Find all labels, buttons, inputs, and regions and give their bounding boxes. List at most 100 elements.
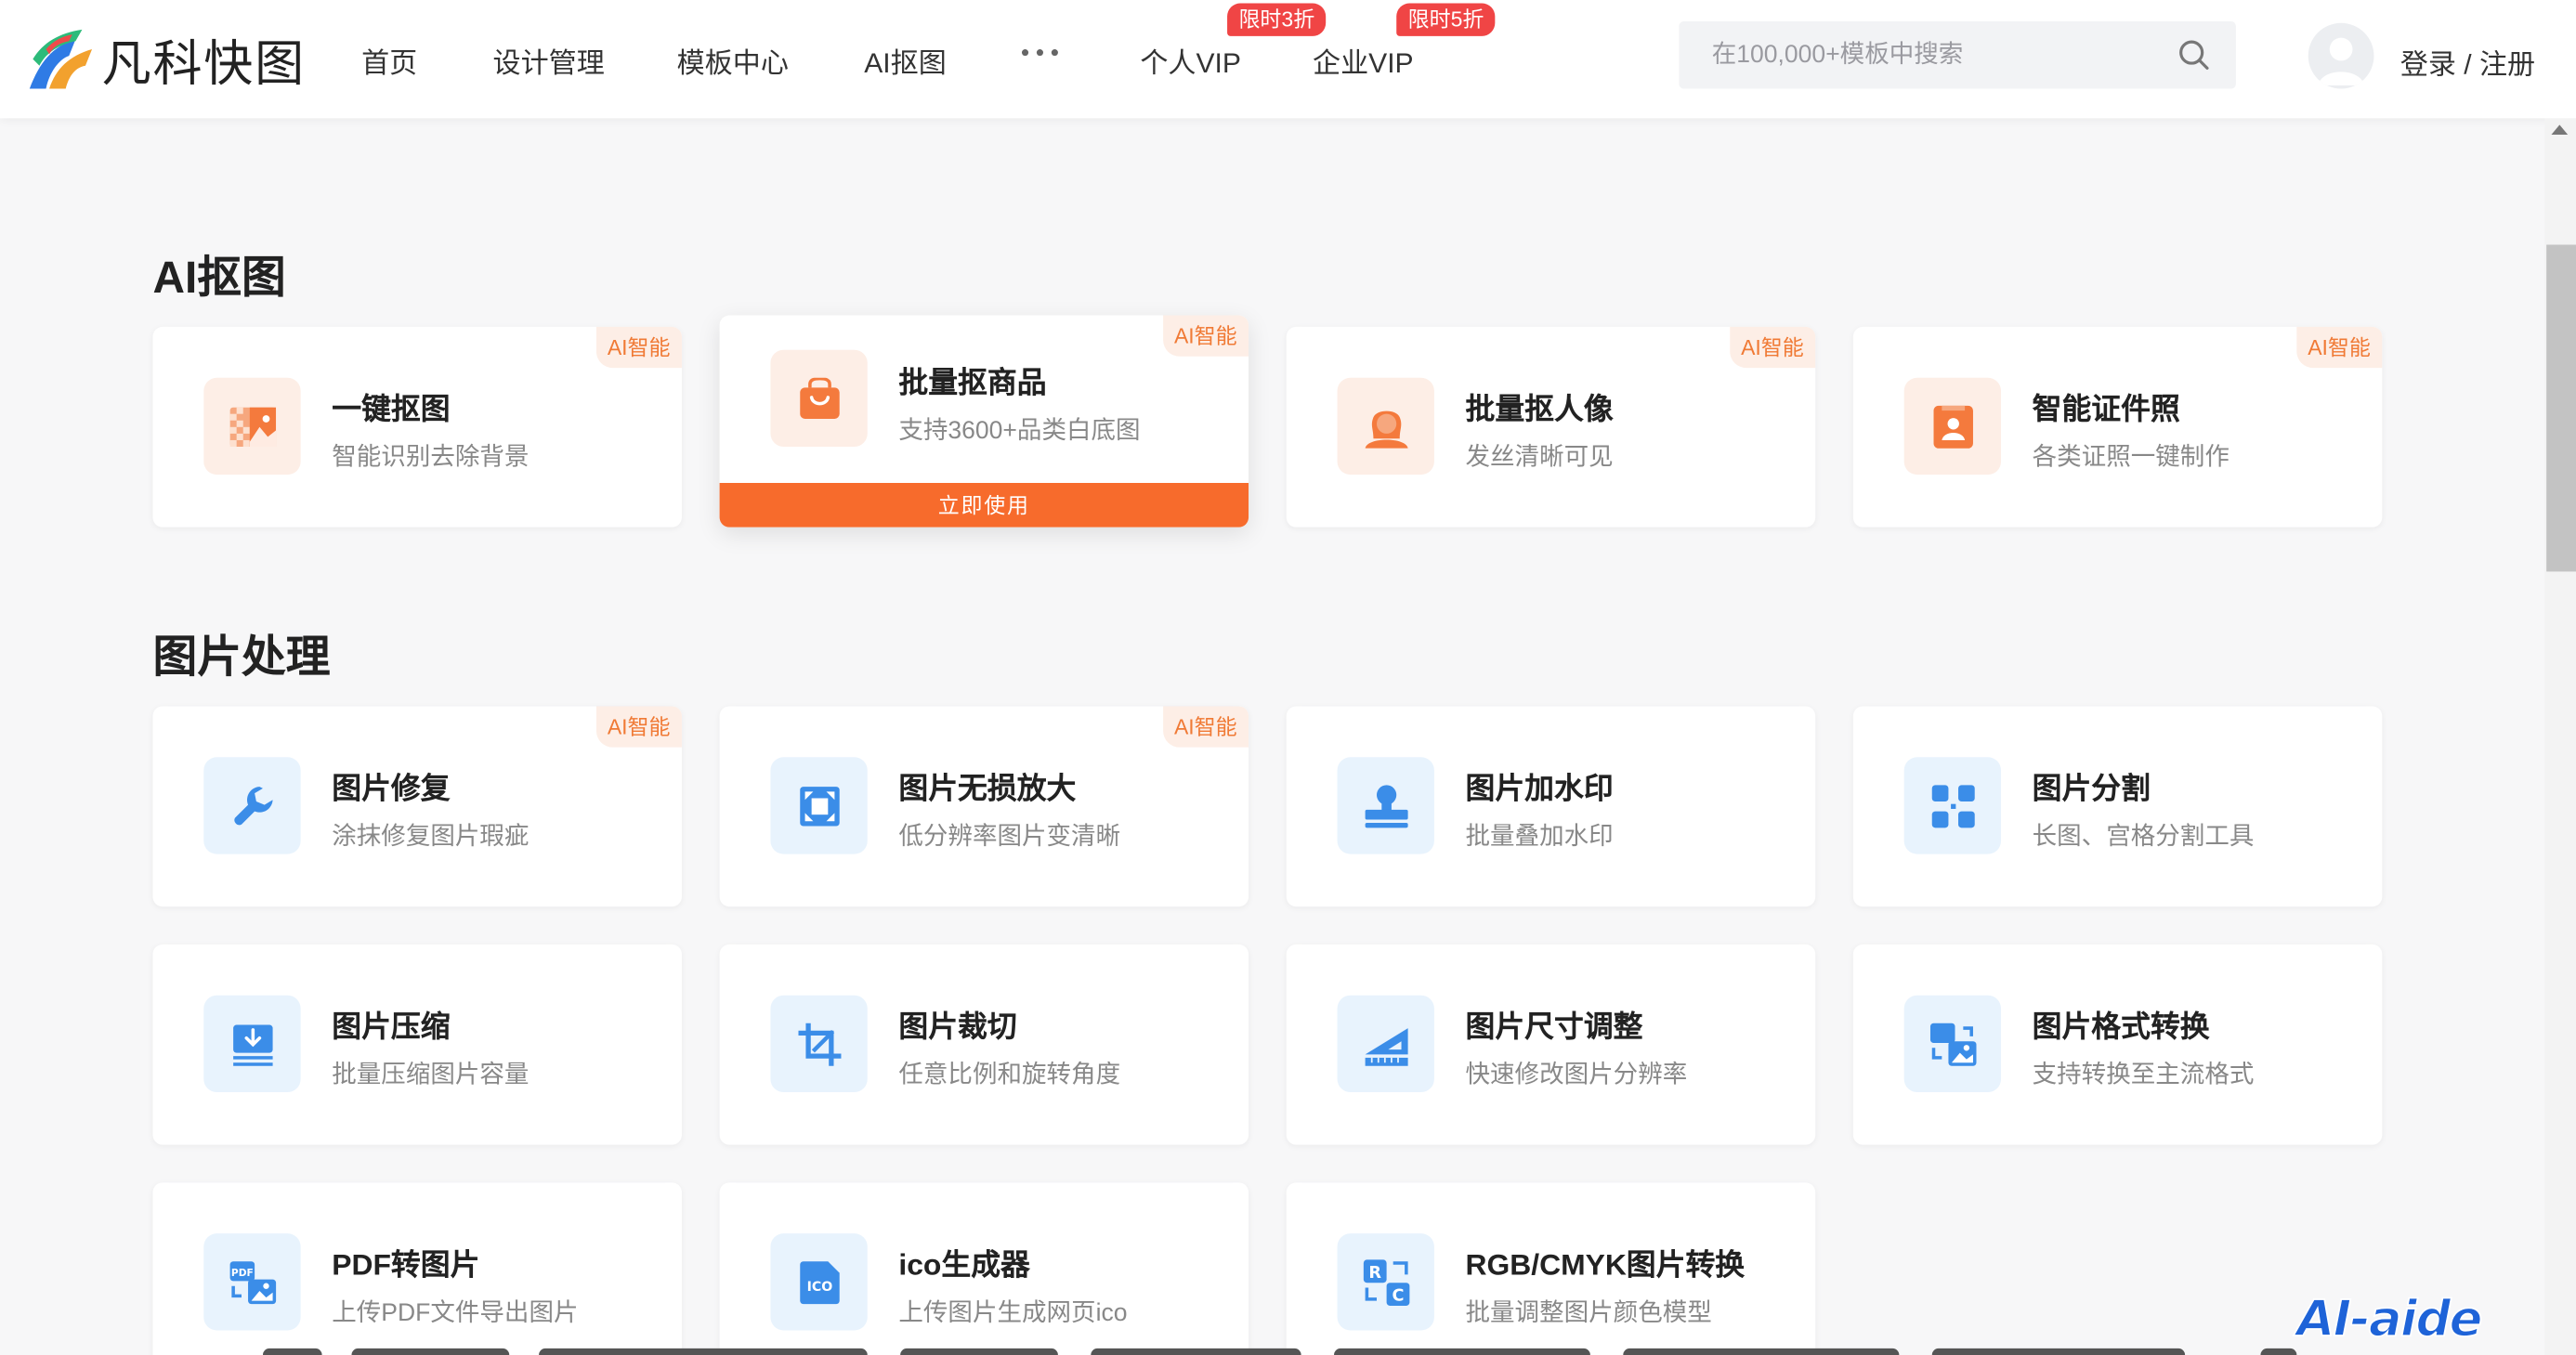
card-title: RGB/CMYK图片转换	[1465, 1248, 1746, 1282]
bottom-toolbar-item[interactable]	[351, 1348, 510, 1355]
tool-card-image-repair[interactable]: 图片修复 涂抹修复图片瑕疵 AI智能	[152, 706, 682, 907]
card-description: 长图、宫格分割工具	[2032, 823, 2255, 852]
card-description: 批量压缩图片容量	[332, 1061, 530, 1089]
card-title: 图片格式转换	[2032, 1010, 2210, 1043]
scrollbar-thumb[interactable]	[2546, 244, 2576, 572]
ai-badge: AI智能	[595, 326, 682, 369]
nav-design-management[interactable]: 设计管理	[493, 39, 605, 80]
tool-card-image-compress[interactable]: 图片压缩 批量压缩图片容量	[152, 944, 682, 1145]
logo[interactable]: 凡科快图	[26, 23, 306, 96]
tool-card-resize[interactable]: 图片尺寸调整 快速修改图片分辨率	[1286, 944, 1816, 1145]
grid-split-icon	[1903, 757, 2002, 854]
tool-card-format-convert[interactable]: 图片格式转换 支持转换至主流格式	[1852, 944, 2383, 1145]
tool-card-id-photo[interactable]: 智能证件照 各类证照一键制作 AI智能	[1852, 326, 2383, 528]
svg-text:ICO: ICO	[806, 1279, 832, 1294]
tool-card-rgb-cmyk-convert[interactable]: RC RGB/CMYK图片转换 批量调整图片颜色模型	[1286, 1182, 1816, 1355]
card-description: 智能识别去除背景	[332, 443, 530, 472]
card-title: 图片分割	[2032, 772, 2151, 805]
nav-home[interactable]: 首页	[361, 39, 417, 80]
card-title: PDF转图片	[332, 1248, 480, 1282]
card-title: 图片裁切	[898, 1010, 1017, 1043]
bottom-toolbar-item[interactable]	[900, 1348, 1058, 1355]
card-title: 图片尺寸调整	[1465, 1010, 1643, 1043]
card-title: ico生成器	[898, 1248, 1030, 1282]
card-description: 低分辨率图片变清晰	[898, 823, 1121, 852]
card-title: 图片加水印	[1465, 772, 1614, 805]
card-description: 各类证照一键制作	[2032, 443, 2229, 472]
tool-card-ico-generator[interactable]: ICO ico生成器 上传图片生成网页ico	[719, 1182, 1249, 1355]
logo-mark-icon	[29, 29, 93, 89]
card-title: 图片无损放大	[898, 772, 1077, 805]
bottom-toolbar-item[interactable]	[1623, 1348, 1900, 1355]
wrench-icon	[203, 757, 301, 854]
top-navbar: 凡科快图 首页 设计管理 模板中心 AI抠图 限时3折 个人VIP 限时5折 企…	[0, 0, 2576, 119]
bottom-toolbar-item[interactable]	[1334, 1348, 1590, 1355]
svg-text:C: C	[1392, 1286, 1404, 1305]
tool-card-pdf-to-image[interactable]: PDF PDF转图片 上传PDF文件导出图片	[152, 1182, 682, 1355]
watermark-text: AI-aide	[2295, 1290, 2483, 1349]
ai-badge: AI智能	[1162, 706, 1249, 748]
card-title: 图片修复	[332, 772, 451, 805]
search-icon[interactable]	[2178, 39, 2210, 78]
search-input[interactable]	[1679, 20, 2139, 89]
shopping-bag-icon	[770, 349, 868, 448]
image-cutout-icon	[203, 377, 301, 476]
search-box	[1679, 20, 2236, 89]
promo-badge-enterprise: 限时5折	[1396, 3, 1496, 36]
card-description: 发丝清晰可见	[1465, 443, 1614, 472]
card-description: 任意比例和旋转角度	[898, 1061, 1121, 1089]
ico-icon: ICO	[770, 1233, 868, 1331]
portrait-icon	[1337, 377, 1434, 476]
card-description: 支持转换至主流格式	[2032, 1061, 2255, 1089]
color-model-icon: RC	[1337, 1233, 1434, 1331]
ruler-icon	[1337, 995, 1434, 1093]
logo-text: 凡科快图	[101, 35, 306, 94]
card-description: 批量叠加水印	[1465, 823, 1614, 852]
ai-badge: AI智能	[1729, 326, 1816, 369]
card-title: 批量抠人像	[1465, 392, 1614, 426]
card-title: 一键抠图	[332, 392, 451, 426]
tool-card-add-watermark[interactable]: 图片加水印 批量叠加水印	[1286, 706, 1816, 907]
section-title-ai-cutout: AI抠图	[152, 253, 286, 303]
enlarge-icon	[770, 757, 868, 854]
ai-badge: AI智能	[595, 706, 682, 748]
stamp-icon	[1337, 757, 1434, 854]
tool-card-batch-portrait-cutout[interactable]: 批量抠人像 发丝清晰可见 AI智能	[1286, 326, 1816, 528]
ai-badge: AI智能	[1162, 315, 1249, 357]
tool-card-lossless-enlarge[interactable]: 图片无损放大 低分辨率图片变清晰 AI智能	[719, 706, 1249, 907]
bottom-toolbar-item[interactable]	[2260, 1348, 2297, 1355]
nav-personal-vip[interactable]: 个人VIP	[1140, 39, 1241, 80]
tool-card-one-click-cutout[interactable]: 一键抠图 智能识别去除背景 AI智能	[152, 326, 682, 528]
nav-ai-cutout[interactable]: AI抠图	[864, 39, 947, 80]
bottom-toolbar-item[interactable]	[262, 1348, 322, 1355]
card-description: 支持3600+品类白底图	[898, 417, 1141, 446]
use-now-button[interactable]: 立即使用	[719, 482, 1249, 528]
nav-enterprise-vip[interactable]: 企业VIP	[1313, 39, 1414, 80]
user-avatar-icon[interactable]	[2308, 22, 2374, 89]
tool-card-image-crop[interactable]: 图片裁切 任意比例和旋转角度	[719, 944, 1249, 1145]
crop-icon	[770, 995, 868, 1093]
pdf-to-image-icon: PDF	[203, 1233, 301, 1331]
page: 凡科快图 首页 设计管理 模板中心 AI抠图 限时3折 个人VIP 限时5折 企…	[0, 0, 2576, 1355]
card-title: 智能证件照	[2032, 392, 2180, 426]
nav-template-center[interactable]: 模板中心	[677, 39, 789, 80]
tool-card-batch-product-cutout[interactable]: 批量抠商品 支持3600+品类白底图 AI智能 立即使用	[719, 315, 1249, 528]
compress-icon	[203, 995, 301, 1093]
bottom-toolbar-item[interactable]	[1931, 1348, 2186, 1355]
card-description: 批量调整图片颜色模型	[1465, 1298, 1712, 1327]
bottom-toolbar-item[interactable]	[1091, 1348, 1301, 1355]
svg-text:R: R	[1368, 1263, 1381, 1282]
login-register-link[interactable]: 登录 / 注册	[2400, 41, 2535, 82]
card-description: 上传图片生成网页ico	[898, 1298, 1128, 1327]
bottom-toolbar-item[interactable]	[539, 1348, 868, 1355]
format-convert-icon	[1903, 995, 2002, 1093]
card-title: 图片压缩	[332, 1010, 451, 1043]
promo-badge-personal: 限时3折	[1227, 3, 1327, 36]
card-description: 涂抹修复图片瑕疵	[332, 823, 530, 852]
card-description: 快速修改图片分辨率	[1465, 1061, 1688, 1089]
card-title: 批量抠商品	[898, 366, 1047, 399]
scroll-up-arrow-icon[interactable]	[2551, 124, 2569, 136]
ai-badge: AI智能	[2295, 326, 2383, 369]
ellipsis-icon[interactable]	[1022, 49, 1058, 57]
tool-card-image-split[interactable]: 图片分割 长图、宫格分割工具	[1852, 706, 2383, 907]
